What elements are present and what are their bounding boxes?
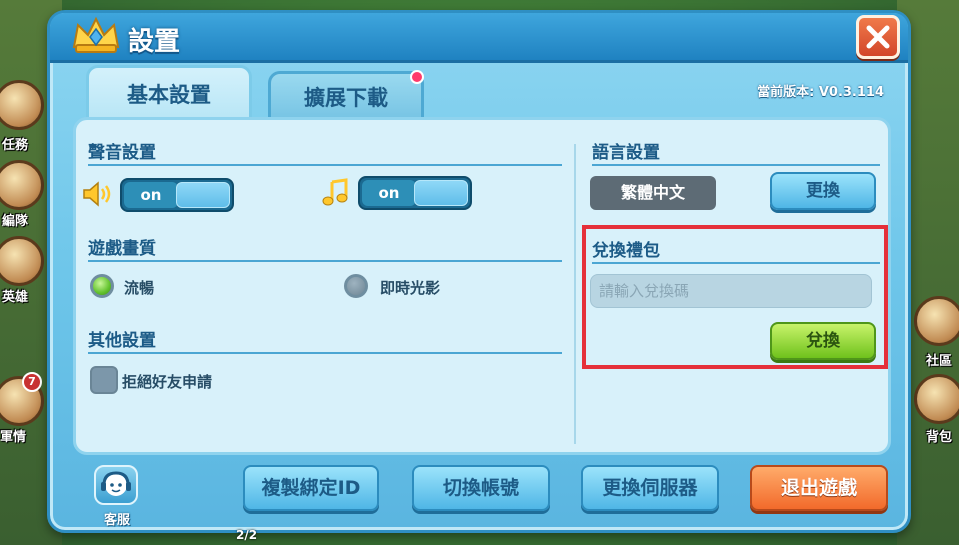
quality-section-title: 遊戲畫質: [88, 239, 156, 259]
sound-effects-toggle[interactable]: on: [120, 178, 234, 212]
tab-notification-dot: [410, 70, 424, 84]
close-button[interactable]: [856, 15, 900, 59]
close-icon: [866, 25, 890, 49]
hud-label-bag: 背包: [925, 430, 952, 445]
gift-highlight-box: [582, 225, 888, 369]
current-language: 繁體中文: [590, 176, 716, 210]
language-section-line: [592, 164, 880, 166]
quality-smooth-label: 流暢: [124, 279, 155, 297]
reject-friend-checkbox[interactable]: [90, 366, 118, 394]
language-section-title: 語言設置: [592, 143, 660, 163]
other-section-title: 其他設置: [88, 331, 156, 351]
quality-shadow-radio[interactable]: [344, 274, 368, 298]
customer-service-label: 客服: [103, 513, 130, 528]
hud-badge-count: 7: [22, 372, 42, 392]
quality-smooth-radio[interactable]: [90, 274, 114, 298]
sound-section-title: 聲音設置: [88, 143, 156, 163]
dialog-title: 設置: [128, 27, 181, 57]
sound-section-line: [88, 164, 562, 166]
hud-label-quest: 任務: [1, 138, 28, 153]
quality-shadow-label: 即時光影: [380, 279, 441, 297]
hud-label-community: 社區: [925, 354, 952, 369]
crown-icon: [72, 16, 120, 53]
music-toggle-knob: [414, 180, 468, 206]
customer-service[interactable]: 客服: [94, 465, 140, 528]
music-note-icon: [322, 178, 348, 206]
switch-account-button[interactable]: 切換帳號: [412, 465, 550, 511]
hud-button-community[interactable]: [914, 296, 959, 346]
tab-extension-download[interactable]: 擴展下載: [268, 71, 424, 119]
hud-label-intel: 軍情: [0, 430, 26, 445]
music-toggle-label: on: [362, 180, 416, 206]
other-section-line: [88, 352, 562, 354]
copy-bind-id-button[interactable]: 複製綁定ID: [243, 465, 379, 511]
tab-basic-settings[interactable]: 基本設置: [86, 65, 252, 119]
panel-divider: [574, 144, 576, 444]
headset-icon: [94, 465, 138, 505]
quality-section-line: [88, 260, 562, 262]
change-language-button[interactable]: 更換: [770, 172, 876, 210]
speaker-icon: [83, 181, 111, 207]
hud-button-bag[interactable]: [914, 374, 959, 424]
page-indicator: 2/2: [236, 528, 258, 542]
hud-label-formation: 編隊: [1, 214, 28, 229]
exit-game-button[interactable]: 退出遊戲: [750, 465, 888, 511]
change-server-button[interactable]: 更換伺服器: [581, 465, 719, 511]
hud-label-hero: 英雄: [1, 290, 28, 305]
sound-effects-toggle-knob: [176, 182, 230, 208]
version-label: 當前版本: V0.3.114: [757, 85, 884, 100]
reject-friend-label: 拒絕好友申請: [122, 373, 213, 391]
music-toggle[interactable]: on: [358, 176, 472, 210]
dialog-title-bar: 設置: [50, 13, 908, 63]
sound-effects-toggle-label: on: [124, 182, 178, 208]
